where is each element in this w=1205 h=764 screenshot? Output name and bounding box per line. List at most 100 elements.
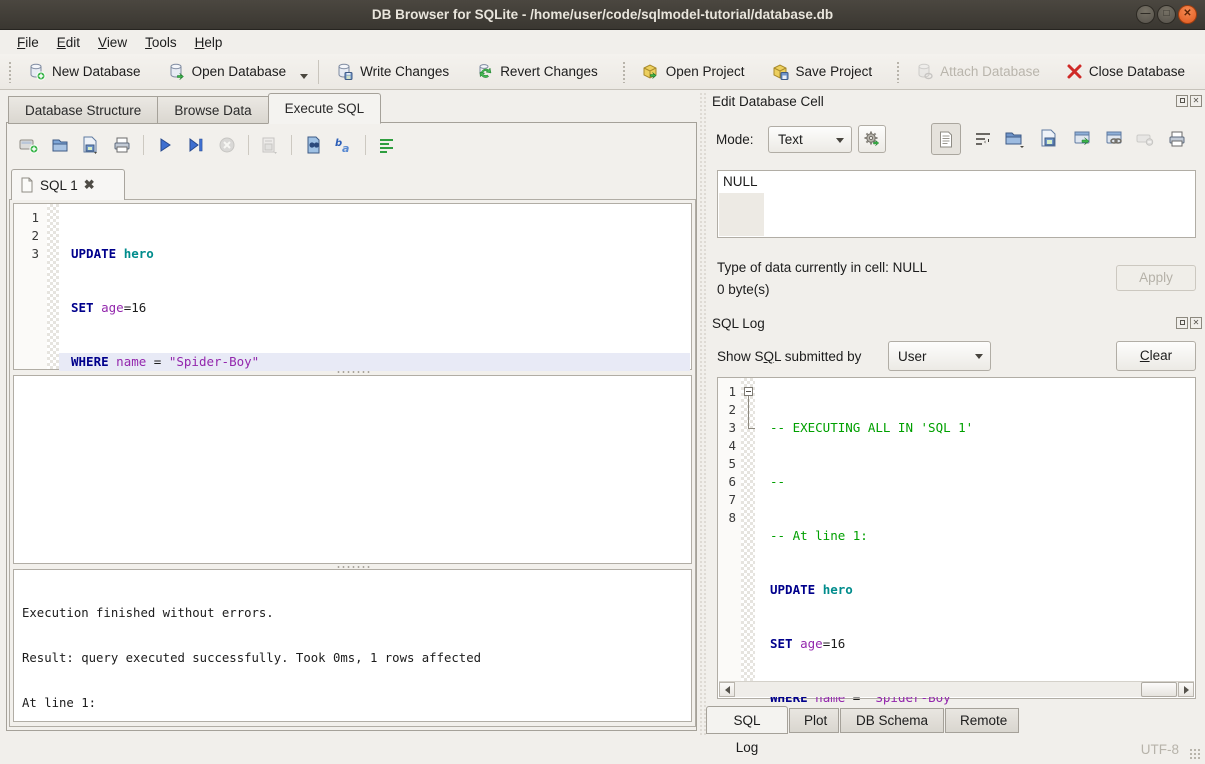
log-filter-select[interactable]: User (888, 341, 991, 371)
tab-execute-sql[interactable]: Execute SQL (268, 93, 382, 124)
log-line: -- (758, 473, 1194, 491)
toolbar-drag-handle[interactable] (8, 61, 13, 83)
menu-edit[interactable]: Edit (48, 33, 89, 52)
sql-file-icon (20, 177, 34, 193)
log-horizontal-scrollbar[interactable] (719, 681, 1194, 697)
log-line-numbers: 1 2 3 4 5 6 7 8 (718, 378, 741, 681)
print-icon[interactable] (110, 134, 134, 156)
minimize-button[interactable]: ― (1136, 5, 1155, 24)
editor-fold-margin (47, 204, 59, 369)
close-database-button[interactable]: Close Database (1058, 59, 1193, 84)
dock-close-icon[interactable]: ✕ (1190, 95, 1202, 107)
maximize-button[interactable]: □ (1157, 5, 1176, 24)
toolbar-separator (291, 135, 292, 155)
dock-splitter[interactable] (699, 92, 706, 735)
write-changes-button[interactable]: Write Changes (327, 58, 457, 85)
message-line: At line 1: (22, 696, 683, 711)
dock-tab-db-schema[interactable]: DB Schema (840, 708, 944, 733)
menu-view[interactable]: View (89, 33, 136, 52)
sql-tab-label: SQL 1 (40, 178, 78, 193)
message-line: Execution finished without errors. (22, 606, 683, 621)
sql-toolbar: ba (17, 132, 399, 158)
save-sql-file-icon[interactable] (79, 134, 103, 156)
open-sql-file-icon[interactable] (48, 134, 72, 156)
dock-tab-sql-log[interactable]: SQL Log (706, 706, 788, 734)
editor-line: UPDATE hero (59, 245, 690, 263)
toolbar-separator (143, 135, 144, 155)
mode-select[interactable]: Text (768, 126, 852, 153)
word-wrap-icon[interactable] (970, 126, 996, 152)
titlebar[interactable]: DB Browser for SQLite - /home/user/code/… (0, 0, 1205, 30)
open-database-dropdown[interactable] (300, 74, 308, 79)
format-icon[interactable] (375, 134, 399, 156)
fold-line (748, 396, 749, 428)
save-project-button[interactable]: Save Project (763, 58, 881, 85)
fold-collapse-icon[interactable] (744, 387, 753, 396)
revert-changes-button[interactable]: Revert Changes (467, 58, 606, 85)
splitter-handle[interactable] (336, 370, 370, 374)
open-project-icon (641, 62, 660, 81)
dock-tab-plot[interactable]: Plot (789, 708, 839, 733)
sql-log-title: SQL Log (712, 316, 765, 331)
open-database-icon (167, 62, 186, 81)
chevron-down-icon (975, 354, 983, 359)
fold-line-corner (748, 428, 755, 429)
set-null-icon (1132, 126, 1158, 152)
sql-workspace: 1 2 3 UPDATE hero SET age=16 WHERE name … (9, 199, 696, 727)
tab-database-structure[interactable]: Database Structure (8, 96, 158, 124)
stop-icon (215, 134, 239, 156)
link-icon[interactable] (1102, 126, 1128, 152)
print-icon[interactable] (1164, 126, 1190, 152)
open-in-app-icon[interactable] (1070, 126, 1096, 152)
close-button[interactable]: ✕ (1178, 5, 1197, 24)
resize-grip[interactable] (1189, 748, 1201, 760)
find-replace-icon[interactable] (301, 134, 325, 156)
save-results-icon (258, 134, 282, 156)
mode-label: Mode: (716, 132, 754, 147)
execution-messages[interactable]: Execution finished without errors. Resul… (13, 569, 692, 722)
app-window: DB Browser for SQLite - /home/user/code/… (0, 0, 1205, 764)
tab-browse-data[interactable]: Browse Data (157, 96, 268, 124)
toolbar-drag-handle[interactable] (896, 61, 901, 83)
execute-all-icon[interactable] (153, 134, 177, 156)
editor-line-numbers: 1 2 3 (14, 204, 47, 369)
open-project-button[interactable]: Open Project (633, 58, 753, 85)
scroll-left-icon[interactable] (719, 682, 735, 697)
close-database-icon (1066, 63, 1083, 80)
dock-close-icon[interactable]: ✕ (1190, 317, 1202, 329)
menu-tools[interactable]: Tools (136, 33, 186, 52)
cell-value-editor[interactable]: NULL (717, 170, 1196, 238)
log-line: UPDATE hero (758, 581, 1194, 599)
menubar: File Edit View Tools Help (0, 30, 1205, 54)
dock-float-icon[interactable] (1176, 95, 1188, 107)
sql-log-view[interactable]: 1 2 3 4 5 6 7 8 -- EXECUTING ALL IN 'SQL… (717, 377, 1196, 699)
cell-editor-gutter (719, 193, 764, 236)
toolbar-drag-handle[interactable] (622, 61, 627, 83)
import-file-icon[interactable] (1002, 126, 1028, 152)
revert-changes-icon (475, 62, 494, 81)
open-database-button[interactable]: Open Database (159, 58, 295, 85)
execute-line-icon[interactable] (184, 134, 208, 156)
execute-sql-panel: ba SQL 1 ✖ 1 2 3 UPDATE hero SET age=16 (6, 122, 697, 731)
new-database-button[interactable]: New Database (19, 58, 149, 85)
export-file-icon[interactable] (1036, 126, 1062, 152)
auto-switch-mode-button[interactable] (858, 125, 886, 153)
menu-help[interactable]: Help (186, 33, 232, 52)
mode-value: Text (778, 132, 803, 147)
close-sql-tab-icon[interactable]: ✖ (84, 177, 95, 193)
sql-document-tab[interactable]: SQL 1 ✖ (11, 169, 125, 200)
menu-file[interactable]: File (8, 33, 48, 52)
results-grid[interactable] (13, 375, 692, 564)
auto-complete-icon[interactable]: ba (332, 134, 356, 156)
scroll-right-icon[interactable] (1178, 682, 1194, 697)
dock-tab-remote[interactable]: Remote (945, 708, 1019, 733)
sql-editor[interactable]: 1 2 3 UPDATE hero SET age=16 WHERE name … (13, 203, 692, 370)
dock-float-icon[interactable] (1176, 317, 1188, 329)
new-tab-icon[interactable] (17, 134, 41, 156)
toolbar-separator (365, 135, 366, 155)
write-changes-icon (335, 62, 354, 81)
scrollbar-thumb[interactable] (1141, 682, 1177, 697)
clear-log-button[interactable]: Clear (1116, 341, 1196, 371)
text-mode-icon[interactable] (931, 123, 961, 155)
attach-database-button: Attach Database (907, 58, 1048, 85)
